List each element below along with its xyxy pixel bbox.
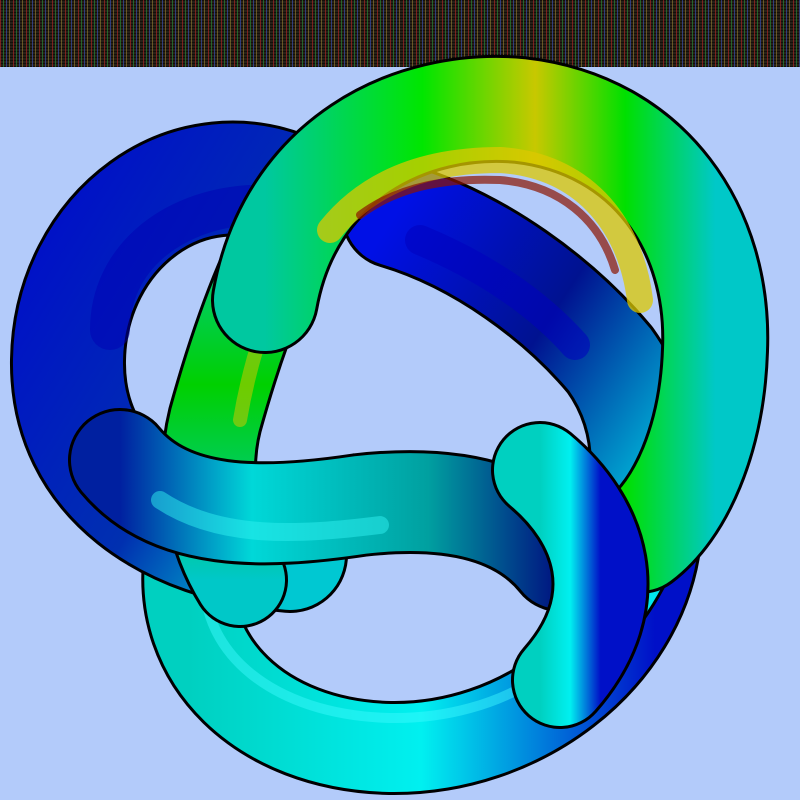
- trefoil-knot: [10, 55, 770, 796]
- render-canvas: [0, 0, 800, 800]
